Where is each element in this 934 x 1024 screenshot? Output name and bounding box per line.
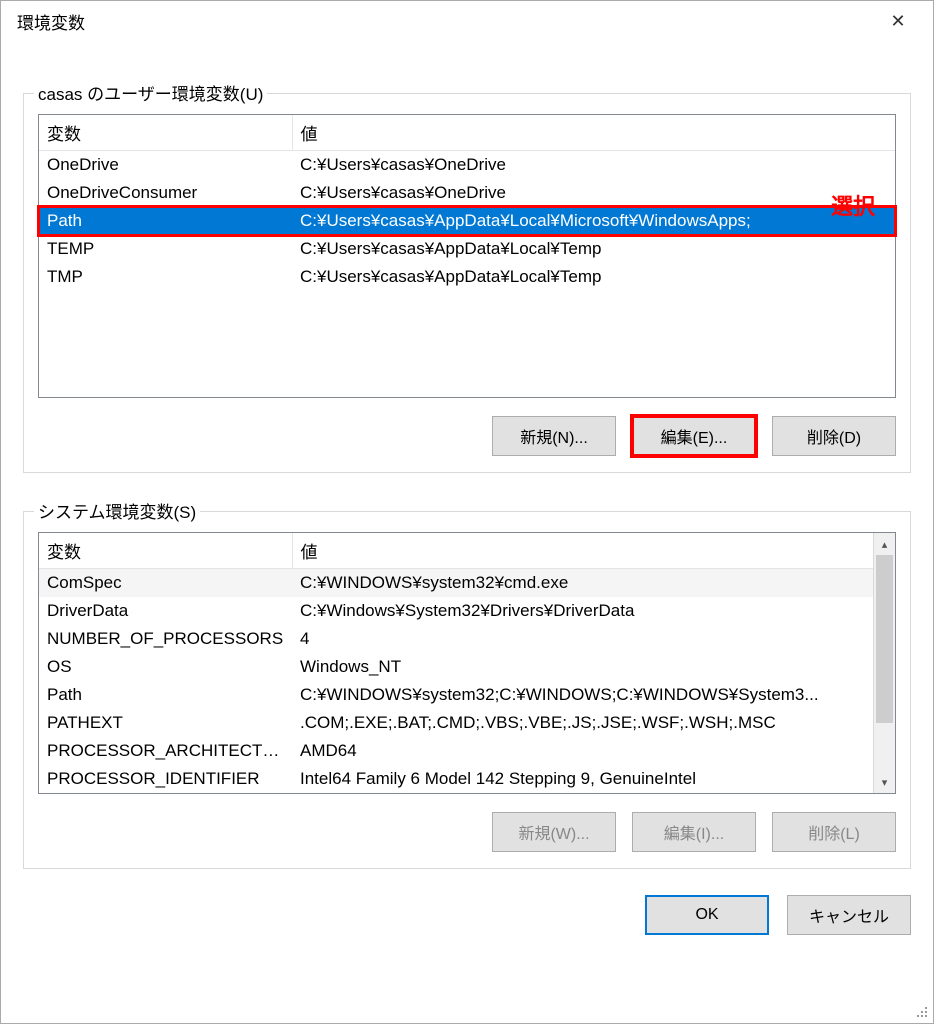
var-value: C:¥WINDOWS¥system32;C:¥WINDOWS;C:¥WINDOW… [292, 681, 873, 709]
user-vars-title: casas のユーザー環境変数(U) [34, 80, 267, 105]
close-button[interactable]: ✕ [875, 5, 921, 37]
var-name: Path [39, 681, 292, 709]
env-vars-dialog: 環境変数 ✕ casas のユーザー環境変数(U) 選択 変数 値 [0, 0, 934, 1024]
user-vars-table[interactable]: 選択 変数 値 OneDrive C:¥Users¥casas¥OneDrive [38, 114, 896, 398]
var-name: TMP [39, 263, 292, 291]
cancel-button[interactable]: キャンセル [787, 895, 911, 935]
system-new-button[interactable]: 新規(W)... [492, 812, 616, 852]
var-value: Windows_NT [292, 653, 873, 681]
scroll-down-icon[interactable]: ▾ [874, 771, 895, 793]
var-name: PROCESSOR_IDENTIFIER [39, 765, 292, 793]
vertical-scrollbar[interactable]: ▴ ▾ [873, 533, 895, 793]
user-new-button[interactable]: 新規(N)... [492, 416, 616, 456]
var-name: TEMP [39, 235, 292, 263]
var-value: Intel64 Family 6 Model 142 Stepping 9, G… [292, 765, 873, 793]
table-row[interactable]: OneDriveConsumer C:¥Users¥casas¥OneDrive [39, 179, 895, 207]
var-name: DriverData [39, 597, 292, 625]
var-name: PATHEXT [39, 709, 292, 737]
table-row[interactable]: Path C:¥WINDOWS¥system32;C:¥WINDOWS;C:¥W… [39, 681, 873, 709]
table-row[interactable]: TEMP C:¥Users¥casas¥AppData¥Local¥Temp [39, 235, 895, 263]
var-name: OS [39, 653, 292, 681]
var-name: PROCESSOR_ARCHITECTURE [39, 737, 292, 765]
table-row[interactable]: OS Windows_NT [39, 653, 873, 681]
scroll-up-icon[interactable]: ▴ [874, 533, 895, 555]
window-title: 環境変数 [17, 9, 85, 34]
var-value: C:¥WINDOWS¥system32¥cmd.exe [292, 569, 873, 598]
var-name: Path [39, 207, 292, 235]
var-name: ComSpec [39, 569, 292, 598]
system-edit-button[interactable]: 編集(I)... [632, 812, 756, 852]
var-value: C:¥Windows¥System32¥Drivers¥DriverData [292, 597, 873, 625]
var-value: C:¥Users¥casas¥AppData¥Local¥Temp [292, 235, 895, 263]
table-row-selected[interactable]: Path C:¥Users¥casas¥AppData¥Local¥Micros… [39, 207, 895, 235]
var-value: C:¥Users¥casas¥OneDrive [292, 179, 895, 207]
var-name: OneDriveConsumer [39, 179, 292, 207]
close-icon: ✕ [890, 11, 905, 32]
user-col-variable[interactable]: 変数 [39, 115, 292, 151]
table-row[interactable]: ComSpec C:¥WINDOWS¥system32¥cmd.exe [39, 569, 873, 598]
var-value: C:¥Users¥casas¥AppData¥Local¥Microsoft¥W… [292, 207, 895, 235]
titlebar: 環境変数 ✕ [1, 1, 933, 41]
user-delete-button[interactable]: 削除(D) [772, 416, 896, 456]
system-vars-table[interactable]: 変数 値 ComSpec C:¥WINDOWS¥system32¥cmd.exe… [38, 532, 896, 794]
system-delete-button[interactable]: 削除(L) [772, 812, 896, 852]
user-vars-group: casas のユーザー環境変数(U) 選択 変数 値 OneDrive [23, 93, 911, 473]
var-name: OneDrive [39, 151, 292, 180]
var-name: NUMBER_OF_PROCESSORS [39, 625, 292, 653]
table-row[interactable]: TMP C:¥Users¥casas¥AppData¥Local¥Temp [39, 263, 895, 291]
table-row[interactable]: PROCESSOR_ARCHITECTURE AMD64 [39, 737, 873, 765]
var-value: 4 [292, 625, 873, 653]
content-area: casas のユーザー環境変数(U) 選択 変数 値 OneDrive [1, 93, 933, 869]
scroll-track[interactable] [874, 555, 895, 771]
var-value: .COM;.EXE;.BAT;.CMD;.VBS;.VBE;.JS;.JSE;.… [292, 709, 873, 737]
user-col-value[interactable]: 値 [292, 115, 895, 151]
system-button-row: 新規(W)... 編集(I)... 削除(L) [38, 812, 896, 852]
table-row[interactable]: OneDrive C:¥Users¥casas¥OneDrive [39, 151, 895, 180]
scroll-thumb[interactable] [876, 555, 893, 723]
ok-button[interactable]: OK [645, 895, 769, 935]
resize-grip-icon[interactable] [915, 1005, 929, 1019]
table-row[interactable]: PATHEXT .COM;.EXE;.BAT;.CMD;.VBS;.VBE;.J… [39, 709, 873, 737]
var-value: C:¥Users¥casas¥OneDrive [292, 151, 895, 180]
user-edit-button[interactable]: 編集(E)... [632, 416, 756, 456]
sys-col-variable[interactable]: 変数 [39, 533, 292, 569]
var-value: AMD64 [292, 737, 873, 765]
table-row[interactable]: NUMBER_OF_PROCESSORS 4 [39, 625, 873, 653]
system-vars-group: システム環境変数(S) 変数 値 [23, 511, 911, 869]
var-value: C:¥Users¥casas¥AppData¥Local¥Temp [292, 263, 895, 291]
table-row[interactable]: DriverData C:¥Windows¥System32¥Drivers¥D… [39, 597, 873, 625]
system-vars-title: システム環境変数(S) [34, 498, 200, 523]
user-button-row: 新規(N)... 編集(E)... 削除(D) [38, 416, 896, 456]
table-row[interactable]: PROCESSOR_IDENTIFIER Intel64 Family 6 Mo… [39, 765, 873, 793]
dialog-button-row: OK キャンセル [1, 869, 933, 955]
sys-col-value[interactable]: 値 [292, 533, 873, 569]
